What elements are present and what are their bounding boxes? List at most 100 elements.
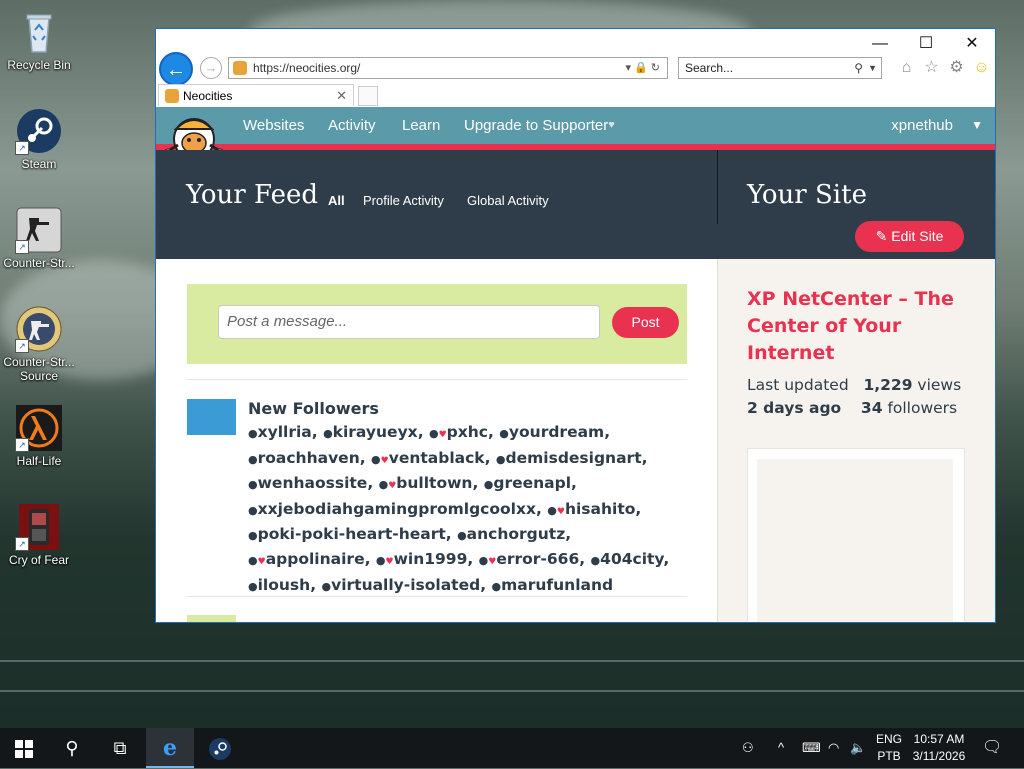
follower-name: pxhc	[446, 423, 488, 441]
counter-strike-icon: ↗	[15, 206, 63, 254]
views-count: 1,229	[863, 376, 913, 394]
follower-name: wenhaossite	[257, 474, 368, 493]
site-navbar: Websites Activity Learn Upgrade to Suppo…	[156, 107, 995, 160]
start-button[interactable]	[0, 728, 48, 768]
follower-link[interactable]: ●wenhaossite	[248, 474, 367, 492]
follower-link[interactable]: ●♥pxhc	[429, 423, 488, 441]
follower-link[interactable]: ●anchorgutz	[457, 525, 565, 543]
follower-link[interactable]: ●demisdesignart	[496, 449, 642, 467]
gear-icon[interactable]: ⚙	[944, 57, 969, 77]
address-bar[interactable]: https://neocities.org/ ▾🔒↻	[228, 57, 668, 79]
shortcut-arrow-icon: ↗	[15, 537, 29, 551]
follower-link[interactable]: ●♥appolinaire	[248, 550, 365, 568]
steam-taskbar-icon[interactable]	[196, 728, 244, 768]
follower-link[interactable]: ●marufunland	[492, 576, 614, 594]
shortcut-arrow-icon: ↗	[15, 339, 29, 353]
user-icon: ●	[478, 553, 489, 567]
site-screenshot-thumbnail[interactable]	[747, 448, 965, 622]
filter-global-activity[interactable]: Global Activity	[467, 193, 549, 208]
lock-icon[interactable]: 🔒	[634, 62, 651, 74]
chevron-down-icon[interactable]: ▼	[868, 58, 877, 78]
desktop-icon-counter-strike[interactable]: ↗ Counter-Str...	[0, 206, 78, 270]
internet-explorer-icon[interactable]: e	[146, 728, 194, 768]
search-icon[interactable]: ⚲	[854, 58, 863, 78]
language-indicator[interactable]: ENG PTB	[874, 731, 904, 765]
filter-profile-activity[interactable]: Profile Activity	[363, 193, 444, 208]
follower-link[interactable]: ●xyllria	[248, 423, 312, 441]
chevron-down-icon[interactable]: ▼	[971, 107, 983, 144]
follower-link[interactable]: ●greenapl	[484, 474, 571, 492]
shortcut-arrow-icon: ↗	[15, 438, 29, 452]
address-tools: ▾🔒↻	[626, 58, 663, 78]
search-input[interactable]: Search... ⚲ ▼	[678, 57, 882, 79]
follower-link[interactable]: ●♥ventablack	[371, 449, 485, 467]
people-icon[interactable]: ⚇	[742, 728, 754, 768]
post-message-input[interactable]: Post a message...	[218, 305, 600, 339]
chevron-up-icon[interactable]: ^	[778, 728, 784, 768]
follower-link[interactable]: ●yourdream	[499, 423, 604, 441]
heart-icon: ♥	[608, 119, 615, 131]
new-tab-button[interactable]	[358, 86, 378, 106]
desktop-icon-counter-strike-source[interactable]: ↗ Counter-Str... Source	[0, 305, 78, 383]
post-composer: Post a message... Post	[187, 284, 687, 364]
star-icon[interactable]: ☆	[919, 57, 944, 77]
follower-name: bulltown	[396, 474, 473, 493]
notifications-icon[interactable]: 🗨	[982, 728, 1002, 768]
follower-link[interactable]: ●kirayueyx	[323, 423, 418, 441]
follower-name: kirayueyx	[332, 423, 418, 441]
input-indicator-icon[interactable]: ⌨	[802, 728, 821, 768]
follower-name: marufunland	[501, 575, 614, 594]
follower-link[interactable]: ●virtually-isolated	[321, 576, 480, 594]
edit-site-button[interactable]: ✎ Edit Site	[855, 221, 964, 252]
follower-link[interactable]: ●xxjebodiahgamingpromlgcoolxx	[248, 500, 536, 518]
follower-link[interactable]: ●♥hisahito	[547, 500, 635, 518]
your-site-sidebar: XP NetCenter – The Center of Your Intern…	[717, 259, 995, 622]
follower-link[interactable]: ●roachhaven	[248, 449, 360, 467]
search-icon[interactable]: ⚲	[48, 728, 96, 768]
tab-neocities[interactable]: Neocities ✕	[158, 84, 354, 106]
nav-upgrade-to-supporter[interactable]: Upgrade to Supporter♥	[464, 107, 615, 144]
shortcut-arrow-icon: ↗	[15, 240, 29, 254]
filter-all[interactable]: All	[328, 193, 345, 208]
event-avatar[interactable]	[187, 399, 236, 435]
clock[interactable]: 10:57 AM 3/11/2026	[904, 731, 974, 765]
post-button[interactable]: Post	[612, 307, 679, 338]
wifi-icon[interactable]: ◠	[828, 728, 839, 768]
dropdown-icon[interactable]: ▾	[626, 62, 635, 74]
follower-link[interactable]: ●404city	[591, 550, 664, 568]
close-tab-icon[interactable]: ✕	[336, 85, 347, 107]
desktop-icon-recycle-bin[interactable]: Recycle Bin	[0, 8, 78, 72]
nav-activity[interactable]: Activity	[328, 107, 376, 144]
site-name-link[interactable]: XP NetCenter – The Center of Your Intern…	[747, 286, 967, 367]
follower-name: greenapl	[493, 474, 572, 493]
counter-strike-source-icon: ↗	[15, 305, 63, 353]
follower-name: error-666	[496, 549, 580, 568]
task-view-icon[interactable]: ⧉	[96, 728, 144, 768]
user-icon: ●	[428, 427, 439, 440]
user-menu[interactable]: xpnethub	[891, 107, 953, 144]
nav-websites[interactable]: Websites	[243, 107, 304, 144]
volume-icon[interactable]: 🔈	[850, 728, 866, 768]
user-icon: ●	[321, 579, 332, 593]
follower-name: ventablack	[388, 448, 485, 467]
edit-icon: ✎	[875, 228, 888, 244]
next-event-avatar[interactable]	[187, 615, 236, 622]
refresh-icon[interactable]: ↻	[651, 62, 663, 74]
site-stats: Last updated 1,229 views 2 days ago 34 f…	[747, 374, 961, 420]
forward-button[interactable]: →	[200, 57, 222, 79]
desktop-icon-label: Half-Life	[16, 454, 62, 468]
home-icon[interactable]: ⌂	[894, 59, 919, 77]
desktop-icon-half-life[interactable]: ↗ Half-Life	[0, 404, 78, 468]
back-button[interactable]: ←	[159, 52, 193, 86]
follower-link[interactable]: ●♥bulltown	[379, 474, 473, 492]
follower-link[interactable]: ●♥win1999	[376, 550, 468, 568]
desktop-icon-steam[interactable]: ↗ Steam	[0, 107, 78, 171]
nav-learn[interactable]: Learn	[402, 107, 440, 144]
follower-link[interactable]: ●iloush	[248, 576, 310, 594]
follower-link[interactable]: ●♥error-666	[479, 550, 580, 568]
header-divider	[717, 150, 718, 224]
follower-link[interactable]: ●poki-poki-heart-heart	[248, 525, 446, 543]
nav-upgrade-label: Upgrade to Supporter	[464, 117, 609, 134]
desktop-icon-cry-of-fear[interactable]: ↗ Cry of Fear	[0, 503, 78, 567]
smiley-icon[interactable]: ☺	[969, 59, 994, 77]
